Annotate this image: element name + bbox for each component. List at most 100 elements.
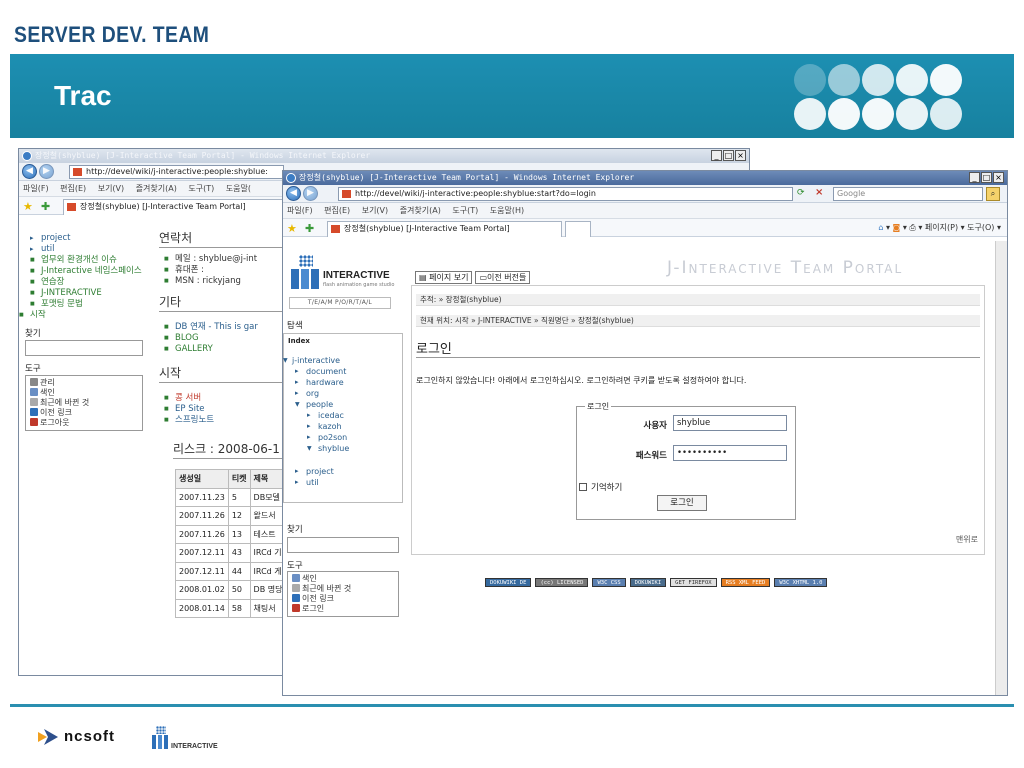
print-icon[interactable]: ⎙ [909, 223, 915, 232]
badge-dokuwiki-de[interactable]: DOKUWIKI DE [485, 578, 532, 587]
add-favorite-icon[interactable]: ✚ [305, 222, 314, 235]
vertical-scrollbar[interactable] [995, 241, 1007, 695]
back-tab[interactable]: 장정철(shyblue) [J-Interactive Team Portal] [63, 199, 283, 215]
back-to-top-link[interactable]: 맨위로 [956, 534, 978, 545]
menu-tools[interactable]: 도구(T) [188, 184, 214, 193]
link-start[interactable]: 시작 [19, 310, 159, 321]
table-header-0[interactable]: 생성일 [175, 469, 229, 489]
favorites-star-icon[interactable]: ★ [23, 200, 33, 213]
old-revisions-button[interactable]: ▭이전 버전들 [475, 271, 531, 284]
tool-backlinks[interactable]: 이전 링크 [292, 594, 394, 604]
badge-firefox[interactable]: GET FIREFOX [670, 578, 717, 587]
close-button[interactable]: × [735, 150, 746, 161]
link-formatting[interactable]: 포맷팅 문법 [19, 299, 159, 310]
page-view-button[interactable]: ▤ 페이지 보기 [415, 271, 473, 284]
tree-shyblue[interactable]: ▼ shyblue [296, 443, 404, 454]
table-header-1[interactable]: 티켓 [227, 469, 251, 489]
menu-view[interactable]: 보기(V) [98, 184, 124, 193]
menu-favorites[interactable]: 즐겨찾기(A) [136, 184, 177, 193]
add-favorite-icon[interactable]: ✚ [41, 200, 50, 213]
link-env-improve[interactable]: 업무외 환경개선 이슈 [19, 255, 143, 266]
forward-arrow-icon[interactable]: ▶ [303, 186, 318, 201]
badge-w3c-xhtml[interactable]: W3C XHTML 1.0 [774, 578, 828, 587]
home-icon[interactable]: ⌂ [878, 223, 883, 232]
tree-hardware[interactable]: hardware [284, 377, 404, 388]
tree-util[interactable]: util [284, 477, 404, 488]
tool-login[interactable]: 로그인 [292, 604, 394, 614]
table-cell[interactable]: DB 명당 [249, 580, 287, 600]
maximize-button[interactable]: □ [723, 150, 734, 161]
start-springnote-link[interactable]: 스프링노트 [159, 415, 299, 426]
front-tab[interactable]: 장정철(shyblue) [J-Interactive Team Portal] [327, 221, 562, 237]
back-arrow-icon[interactable]: ◀ [22, 164, 37, 179]
badge-rss[interactable]: RSS XML FEED [720, 578, 771, 587]
table-cell[interactable]: 채팅서 [249, 598, 287, 618]
etc-gallery-link[interactable]: GALLERY [159, 344, 299, 355]
link-namespace[interactable]: J-Interactive 네임스페이스 [19, 266, 143, 277]
table-cell[interactable]: IRCd 게 [249, 561, 287, 581]
menu-tools[interactable]: 도구(T) [452, 206, 478, 215]
login-button[interactable]: 로그인 [657, 495, 707, 511]
table-cell[interactable]: IRCd 기 [249, 543, 287, 563]
tool-index[interactable]: 색인 [292, 574, 394, 584]
tree-item-util[interactable]: util [19, 244, 159, 255]
search-input[interactable] [287, 537, 399, 553]
tree-project[interactable]: project [284, 466, 404, 477]
minimize-button[interactable]: _ [969, 172, 980, 183]
tool-backlinks[interactable]: 이전 링크 [30, 408, 138, 418]
badge-cc[interactable]: (cc) LICENSED [535, 578, 589, 587]
tree-document[interactable]: document [284, 366, 404, 377]
stop-icon[interactable]: × [815, 187, 823, 198]
menu-help[interactable]: 도움말( [226, 184, 251, 193]
username-input[interactable]: shyblue [673, 415, 787, 431]
tool-index[interactable]: 색인 [30, 388, 138, 398]
tool-recent[interactable]: 최근에 바뀐 것 [292, 584, 394, 594]
back-address-input[interactable]: http://devel/wiki/j-interactive:people:s… [69, 165, 284, 179]
favorites-star-icon[interactable]: ★ [287, 222, 297, 235]
tool-recent[interactable]: 최근에 바뀐 것 [30, 398, 138, 408]
tool-logout[interactable]: 로그아웃 [30, 418, 138, 428]
start-ep-link[interactable]: EP Site [159, 404, 299, 415]
table-cell[interactable]: DB모델 [249, 487, 287, 507]
minimize-button[interactable]: _ [711, 150, 722, 161]
google-search-input[interactable]: Google [833, 187, 983, 201]
tree-po2son[interactable]: po2son [296, 432, 404, 443]
tree-org[interactable]: org [284, 388, 404, 399]
link-playground[interactable]: 연습장 [19, 277, 159, 288]
start-server-link[interactable]: 콩 서버 [159, 393, 299, 404]
new-tab-button[interactable] [565, 221, 591, 237]
menu-edit[interactable]: 편집(E) [60, 184, 86, 193]
menu-view[interactable]: 보기(V) [362, 206, 388, 215]
etc-blog-link[interactable]: BLOG [159, 333, 299, 344]
location-breadcrumb[interactable]: 현재 위치: 시작 » J-INTERACTIVE » 직원명단 » 장정철(s… [416, 315, 980, 327]
menu-file[interactable]: 파일(F) [287, 206, 313, 215]
tree-icedac[interactable]: icedac [296, 410, 404, 421]
menu-file[interactable]: 파일(F) [23, 184, 49, 193]
search-go-icon[interactable]: ⌕ [986, 187, 1000, 201]
refresh-icon[interactable]: ⟳ [797, 188, 805, 198]
table-cell[interactable]: 왈드서 [249, 506, 287, 526]
tree-item-project[interactable]: project [19, 233, 159, 244]
password-input[interactable]: •••••••••• [673, 445, 787, 461]
remember-checkbox[interactable]: 기억하기 [579, 481, 622, 493]
tool-admin[interactable]: 관리 [30, 378, 138, 388]
table-cell[interactable]: 테스트 [249, 524, 287, 544]
menu-favorites[interactable]: 즐겨찾기(A) [400, 206, 441, 215]
forward-arrow-icon[interactable]: ▶ [39, 164, 54, 179]
toolbar-right[interactable]: ⌂ ▾ ◙ ▾ ⎙ ▾ 페이지(P) ▾ 도구(O) ▾ [878, 222, 1001, 233]
table-header-2[interactable]: 제목 [249, 469, 287, 489]
tree-root[interactable]: ▼ j-interactive [283, 355, 400, 366]
tree-people[interactable]: ▼ people [284, 399, 404, 410]
tree-kazoh[interactable]: kazoh [296, 421, 404, 432]
trace-breadcrumb[interactable]: 추적: » 장정철(shyblue) [416, 294, 980, 306]
back-arrow-icon[interactable]: ◀ [286, 186, 301, 201]
front-address-input[interactable]: http://devel/wiki/j-interactive:people:s… [338, 187, 793, 201]
menu-help[interactable]: 도움말(H) [490, 206, 524, 215]
rss-icon[interactable]: ◙ [893, 223, 901, 232]
close-button[interactable]: × [993, 172, 1004, 183]
link-j-interactive[interactable]: J-INTERACTIVE [19, 288, 159, 299]
badge-w3c-css[interactable]: W3C CSS [592, 578, 626, 587]
menu-edit[interactable]: 편집(E) [324, 206, 350, 215]
search-input[interactable] [25, 340, 143, 356]
badge-dokuwiki[interactable]: DOKUWIKI [629, 578, 667, 587]
